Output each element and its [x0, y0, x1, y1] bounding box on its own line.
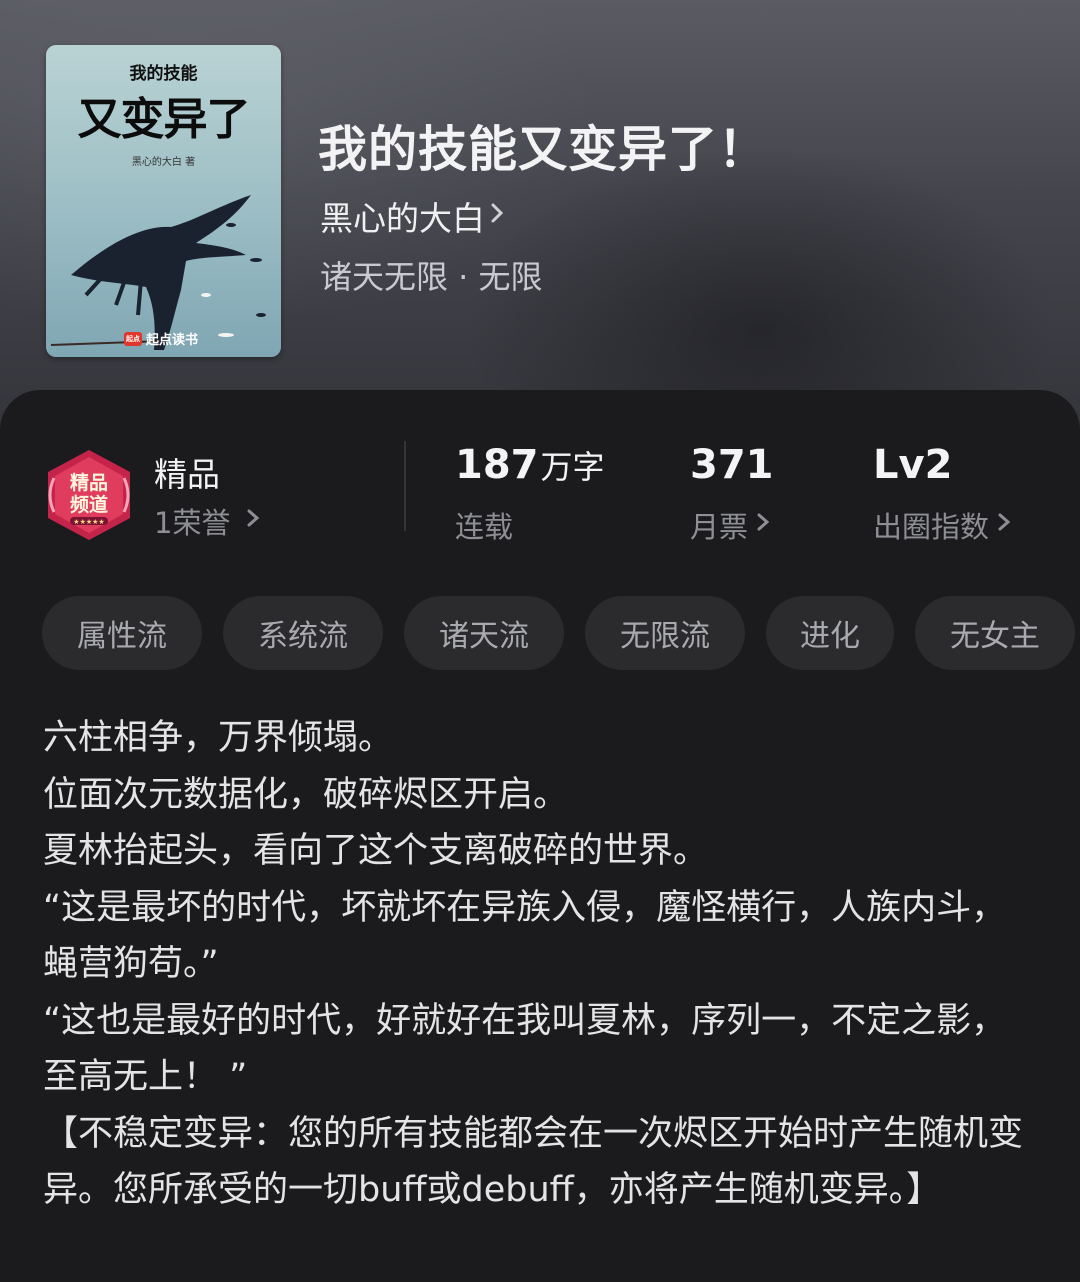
tag-chip[interactable]: 无限流 — [585, 596, 745, 670]
word-count: 187万字 — [455, 442, 605, 488]
book-synopsis[interactable]: 六柱相争，万界倾塌。 位面次元数据化，破碎烬区开启。 夏林抬起头，看向了这个支离… — [43, 710, 1033, 1219]
chevron-right-icon — [995, 508, 1015, 543]
synopsis-paragraph: “这是最坏的时代，坏就坏在异族入侵，魔怪横行，人族内斗，蝇营狗苟。” — [43, 887, 1007, 985]
tag-chip[interactable]: 诸天流 — [404, 596, 564, 670]
tag-chip[interactable]: 系统流 — [223, 596, 383, 670]
stats-divider — [404, 441, 406, 531]
influence-index-link[interactable]: 出圈指数 — [873, 504, 1015, 546]
synopsis-paragraph: 【不稳定变异：您的所有技能都会在一次烬区开始时产生随机变异。您所承受的一切buf… — [43, 1113, 1024, 1211]
publisher-name: 起点读书 — [146, 333, 199, 348]
synopsis-paragraph: 六柱相争，万界倾塌。 — [43, 718, 394, 758]
chevron-right-icon — [485, 197, 511, 236]
author-link[interactable]: 黑心的大白 — [320, 192, 511, 240]
cover-big-title: 又变异了 — [77, 94, 251, 145]
badge-text-1: 精品 — [70, 471, 108, 494]
badge-title: 精品 — [154, 455, 220, 494]
synopsis-paragraph: 夏林抬起头，看向了这个支离破碎的世界。 — [43, 831, 709, 871]
author-name: 黑心的大白 — [320, 199, 485, 238]
badge-text-2: 频道 — [70, 493, 108, 516]
tag-chip[interactable]: 无女主 — [915, 596, 1075, 670]
svg-text:★★★★★: ★★★★★ — [73, 518, 104, 526]
monthly-votes-count: 371 — [690, 442, 774, 488]
tag-chip[interactable]: 属性流 — [42, 596, 202, 670]
influence-index-label: 出圈指数 — [873, 510, 990, 544]
monthly-votes-label: 月票 — [690, 510, 749, 544]
tag-list: 属性流 系统流 诸天流 无限流 进化 无女主 — [42, 596, 1080, 670]
premium-badge-icon: 精品 频道 ★★★★★ — [48, 450, 130, 540]
cover-publisher-logo: 起点 起点读书 — [124, 329, 198, 348]
cover-winged-figure-art — [50, 195, 266, 350]
synopsis-paragraph: “这也是最好的时代，好就好在我叫夏林，序列一，不定之影，至高无上！ ” — [43, 1000, 1007, 1098]
book-header: 我的技能 又变异了 黑心的大白 著 起点 起点读书 我的技能又变异了！ 黑心的大… — [0, 0, 1080, 430]
publisher-mark-icon: 起点 — [124, 331, 142, 346]
word-count-unit: 万字 — [540, 448, 605, 486]
honor-link[interactable]: 1荣誉 — [154, 500, 264, 542]
book-cover[interactable]: 我的技能 又变异了 黑心的大白 著 起点 起点读书 — [46, 45, 281, 357]
influence-level: Lv2 — [873, 442, 953, 488]
book-genre: 诸天无限 · 无限 — [320, 258, 543, 296]
serial-status: 连载 — [455, 510, 514, 544]
chevron-right-icon — [244, 504, 264, 539]
tag-chip[interactable]: 进化 — [766, 596, 894, 670]
cover-small-title: 我的技能 — [129, 64, 198, 84]
monthly-votes-link[interactable]: 月票 — [690, 504, 774, 546]
synopsis-paragraph: 位面次元数据化，破碎烬区开启。 — [43, 774, 569, 815]
chevron-right-icon — [754, 508, 774, 543]
word-count-number: 187 — [455, 442, 539, 488]
honor-count: 1荣誉 — [154, 506, 231, 540]
book-title: 我的技能又变异了！ — [318, 120, 769, 178]
